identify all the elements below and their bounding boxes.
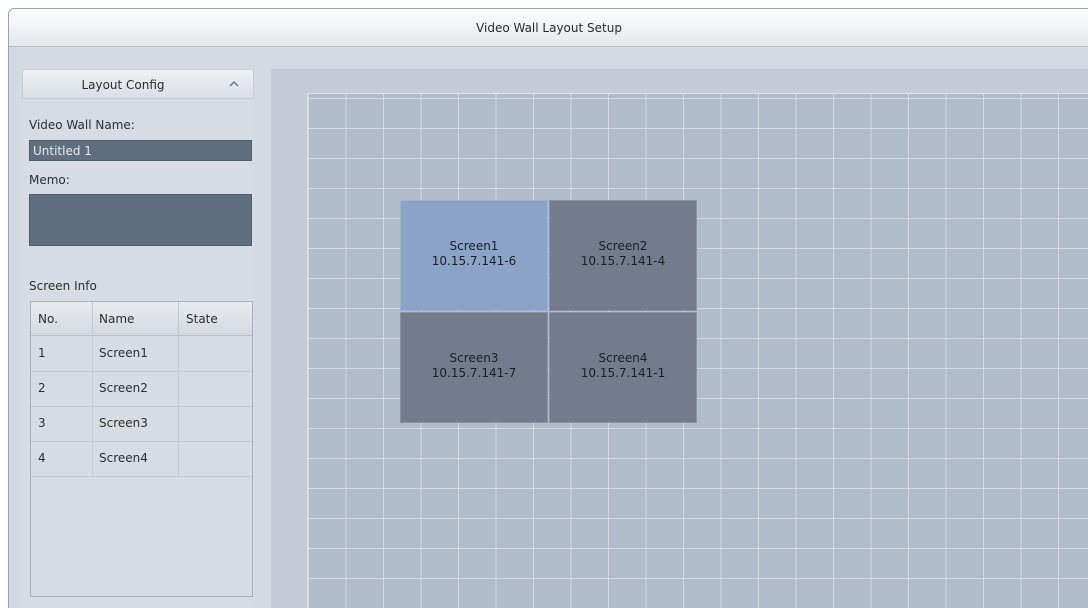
screen-tile-name: Screen1 — [449, 239, 499, 253]
screen-tile-name: Screen4 — [598, 351, 648, 365]
screen-tile-4[interactable]: Screen4 10.15.7.141-1 — [549, 312, 697, 423]
layout-canvas: Screen1 10.15.7.141-6 Screen2 10.15.7.14… — [271, 69, 1088, 608]
row-name: Screen4 — [99, 451, 148, 465]
column-header-no[interactable]: No. — [38, 312, 58, 326]
video-wall-grid[interactable]: Screen1 10.15.7.141-6 Screen2 10.15.7.14… — [307, 93, 1088, 608]
row-no: 4 — [38, 451, 46, 465]
screen-tile-ip: 10.15.7.141-1 — [580, 366, 666, 380]
screen-tile-2[interactable]: Screen2 10.15.7.141-4 — [549, 200, 697, 311]
row-no: 3 — [38, 416, 46, 430]
memo-textarea[interactable] — [29, 194, 252, 246]
table-row[interactable]: 2 Screen2 — [31, 371, 252, 407]
screen-tile-1[interactable]: Screen1 10.15.7.141-6 — [400, 200, 548, 311]
memo-label: Memo: — [29, 173, 70, 187]
screen-info-table: No. Name State 1 Screen1 2 Screen2 3 Scr… — [30, 301, 253, 597]
window-title: Video Wall Layout Setup — [476, 21, 622, 35]
row-name: Screen3 — [99, 416, 148, 430]
screen-tile-3[interactable]: Screen3 10.15.7.141-7 — [400, 312, 548, 423]
layout-config-panel: Layout Config Video Wall Name: Untitled … — [22, 69, 254, 608]
screen-tile-name: Screen3 — [449, 351, 499, 365]
row-name: Screen2 — [99, 381, 148, 395]
video-wall-name-input[interactable]: Untitled 1 — [29, 140, 252, 161]
video-wall-layout-window: Video Wall Layout Setup Layout Config Vi… — [8, 8, 1088, 608]
title-bar: Video Wall Layout Setup — [9, 9, 1088, 47]
table-row[interactable]: 3 Screen3 — [31, 406, 252, 442]
row-no: 1 — [38, 346, 46, 360]
video-wall-name-label: Video Wall Name: — [29, 118, 135, 132]
screen-tile-ip: 10.15.7.141-6 — [431, 254, 517, 268]
row-name: Screen1 — [99, 346, 148, 360]
layout-config-header[interactable]: Layout Config — [22, 69, 254, 99]
row-no: 2 — [38, 381, 46, 395]
layout-config-title: Layout Config — [81, 78, 165, 92]
table-row[interactable]: 1 Screen1 — [31, 336, 252, 372]
screen-tile-ip: 10.15.7.141-7 — [431, 366, 517, 380]
screen-info-label: Screen Info — [29, 279, 97, 293]
chevron-up-icon[interactable] — [227, 77, 241, 91]
column-header-state[interactable]: State — [186, 312, 218, 326]
column-header-name[interactable]: Name — [99, 312, 134, 326]
screen-tile-ip: 10.15.7.141-4 — [580, 254, 666, 268]
screen-tile-name: Screen2 — [598, 239, 648, 253]
table-row[interactable]: 4 Screen4 — [31, 441, 252, 477]
table-header: No. Name State — [31, 302, 252, 336]
